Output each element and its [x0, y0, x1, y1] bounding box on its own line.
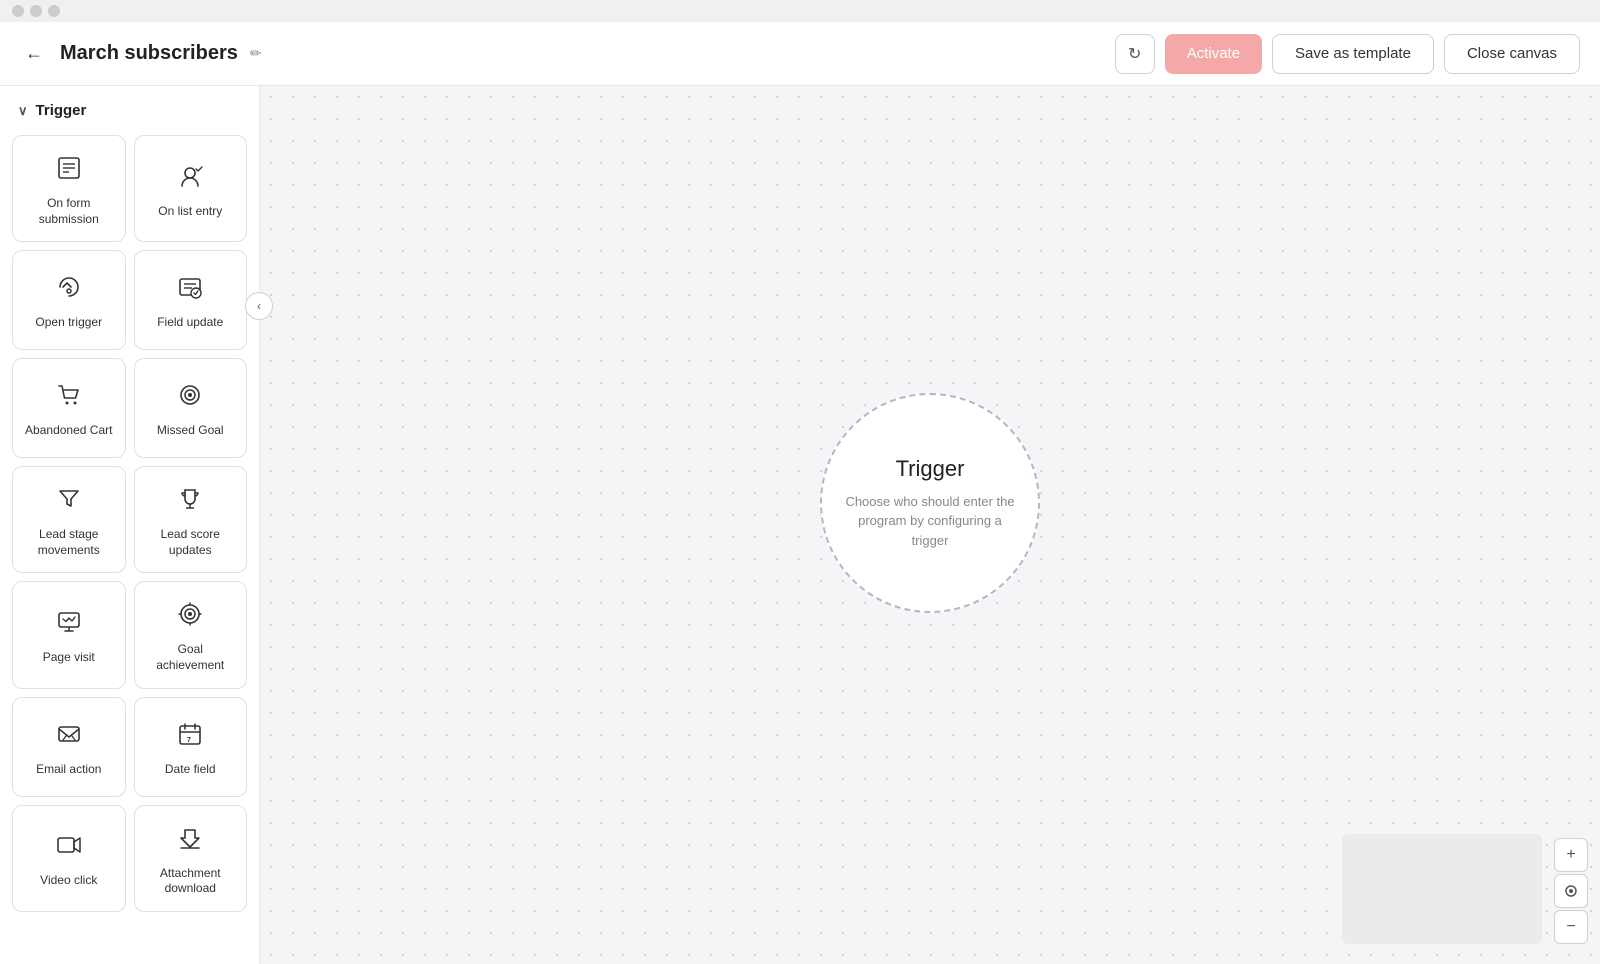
- main-layout: ∨ Trigger On form submission On list entr…: [0, 86, 1600, 964]
- lead-score-updates-label: Lead score updates: [143, 527, 239, 558]
- lead-stage-movements-icon: [55, 485, 83, 517]
- refresh-button[interactable]: ↻: [1115, 34, 1155, 74]
- header: ← March subscribers ✏ ↻ Activate Save as…: [0, 22, 1600, 86]
- zoom-out-button[interactable]: −: [1554, 910, 1588, 944]
- save-template-button[interactable]: Save as template: [1272, 34, 1434, 74]
- on-list-entry-label: On list entry: [158, 204, 222, 220]
- zoom-reset-button[interactable]: [1554, 874, 1588, 908]
- trigger-card-field-update[interactable]: Field update: [134, 250, 248, 350]
- sidebar-trigger-header: ∨ Trigger: [0, 86, 259, 131]
- trigger-card-on-form-submission[interactable]: On form submission: [12, 135, 126, 242]
- trigger-card-email-action[interactable]: Email action: [12, 697, 126, 797]
- edit-title-icon[interactable]: ✏: [250, 45, 262, 62]
- email-action-icon: [55, 720, 83, 752]
- back-button[interactable]: ←: [20, 40, 48, 68]
- trigger-card-on-list-entry[interactable]: On list entry: [134, 135, 248, 242]
- trigger-card-page-visit[interactable]: Page visit: [12, 581, 126, 688]
- date-field-icon: 7: [176, 720, 204, 752]
- video-click-icon: [55, 831, 83, 863]
- trigger-card-attachment-download[interactable]: Attachment download: [134, 805, 248, 912]
- trigger-node-description: Choose who should enter the program by c…: [842, 492, 1018, 551]
- trigger-card-missed-goal[interactable]: Missed Goal: [134, 358, 248, 458]
- titlebar-dot-green: [48, 5, 60, 17]
- page-title: March subscribers: [60, 42, 238, 65]
- close-canvas-button[interactable]: Close canvas: [1444, 34, 1580, 74]
- lead-score-updates-icon: [176, 485, 204, 517]
- page-visit-label: Page visit: [43, 650, 95, 666]
- trigger-node[interactable]: Trigger Choose who should enter the prog…: [820, 393, 1040, 613]
- goal-achievement-icon: [176, 600, 204, 632]
- field-update-label: Field update: [157, 315, 223, 331]
- titlebar: [0, 0, 1600, 22]
- titlebar-dot-yellow: [30, 5, 42, 17]
- missed-goal-icon: [176, 381, 204, 413]
- trigger-card-goal-achievement[interactable]: Goal achievement: [134, 581, 248, 688]
- trigger-card-open-trigger[interactable]: Open trigger: [12, 250, 126, 350]
- trigger-card-lead-score-updates[interactable]: Lead score updates: [134, 466, 248, 573]
- missed-goal-label: Missed Goal: [157, 423, 224, 439]
- header-left: ← March subscribers ✏: [20, 40, 262, 68]
- trigger-grid: On form submission On list entry Open trig…: [0, 131, 259, 928]
- page-visit-icon: [55, 608, 83, 640]
- header-right: ↻ Activate Save as template Close canvas: [1115, 34, 1580, 74]
- sidebar-section-label: Trigger: [36, 102, 87, 119]
- open-trigger-label: Open trigger: [35, 315, 102, 331]
- trigger-card-video-click[interactable]: Video click: [12, 805, 126, 912]
- email-action-label: Email action: [36, 762, 101, 778]
- svg-text:7: 7: [187, 737, 191, 744]
- on-form-submission-icon: [55, 154, 83, 186]
- attachment-download-label: Attachment download: [143, 866, 239, 897]
- sidebar: ∨ Trigger On form submission On list entr…: [0, 86, 260, 964]
- field-update-icon: [176, 273, 204, 305]
- trigger-card-date-field[interactable]: 7 Date field: [134, 697, 248, 797]
- zoom-reset-icon: [1563, 883, 1579, 899]
- abandoned-cart-label: Abandoned Cart: [25, 423, 112, 439]
- lead-stage-movements-label: Lead stage movements: [21, 527, 117, 558]
- chevron-down-icon: ∨: [18, 103, 28, 119]
- open-trigger-icon: [55, 273, 83, 305]
- goal-achievement-label: Goal achievement: [143, 642, 239, 673]
- abandoned-cart-icon: [55, 381, 83, 413]
- zoom-controls: + −: [1554, 838, 1588, 944]
- date-field-label: Date field: [165, 762, 216, 778]
- titlebar-dot-red: [12, 5, 24, 17]
- zoom-in-button[interactable]: +: [1554, 838, 1588, 872]
- sidebar-collapse-button[interactable]: ‹: [245, 292, 273, 320]
- trigger-card-lead-stage-movements[interactable]: Lead stage movements: [12, 466, 126, 573]
- on-list-entry-icon: [176, 162, 204, 194]
- attachment-download-icon: [176, 824, 204, 856]
- canvas[interactable]: Trigger Choose who should enter the prog…: [260, 86, 1600, 964]
- minimap: [1342, 834, 1542, 944]
- video-click-label: Video click: [40, 873, 97, 889]
- activate-button[interactable]: Activate: [1165, 34, 1262, 74]
- on-form-submission-label: On form submission: [21, 196, 117, 227]
- trigger-node-title: Trigger: [896, 456, 965, 482]
- trigger-card-abandoned-cart[interactable]: Abandoned Cart: [12, 358, 126, 458]
